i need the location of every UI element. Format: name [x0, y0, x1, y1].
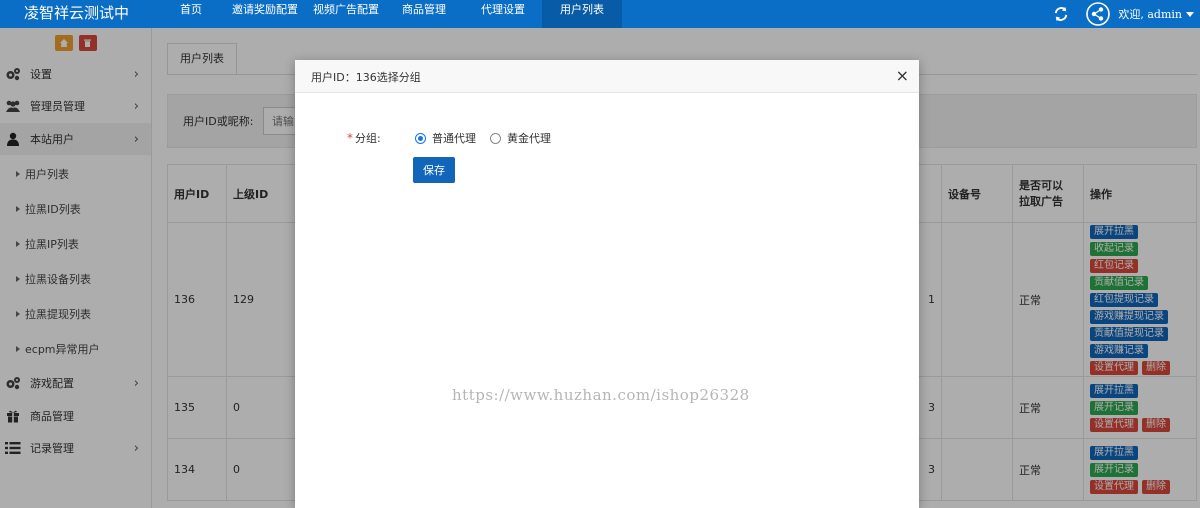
nav-item-invite-reward[interactable]: 邀请奖励配置: [222, 0, 308, 28]
nav-item-home[interactable]: 首页: [160, 0, 222, 28]
nav-item-user-list[interactable]: 用户列表: [542, 0, 622, 28]
nav-item-video-ad[interactable]: 视频广告配置: [308, 0, 384, 28]
radio-label: 黄金代理: [507, 132, 551, 145]
group-field-label: 分组:: [355, 132, 381, 145]
dialog-title: 用户ID：136选择分组: [311, 71, 421, 84]
group-field-row: * 分组: 普通代理 黄金代理: [347, 130, 565, 146]
radio-gold-agent[interactable]: 黄金代理: [490, 130, 551, 146]
top-right-tools: 欢迎, admin: [1054, 0, 1200, 28]
main-nav: 首页 邀请奖励配置 视频广告配置 商品管理 代理设置 用户列表: [160, 0, 622, 28]
close-icon[interactable]: ×: [896, 66, 909, 86]
required-mark: *: [347, 131, 353, 145]
select-group-dialog: 用户ID：136选择分组 × * 分组: 普通代理 黄金代理 保存: [295, 60, 919, 508]
radio-checked-icon[interactable]: [415, 132, 426, 144]
welcome-text[interactable]: 欢迎, admin: [1118, 6, 1182, 22]
dialog-header: 用户ID：136选择分组 ×: [295, 60, 919, 93]
avatar-icon[interactable]: [1086, 2, 1111, 26]
top-navbar: 凌智祥云测试中 首页 邀请奖励配置 视频广告配置 商品管理 代理设置 用户列表 …: [0, 0, 1200, 28]
radio-label: 普通代理: [432, 132, 476, 145]
chevron-down-icon[interactable]: [1186, 11, 1194, 17]
nav-item-agent-settings[interactable]: 代理设置: [464, 0, 542, 28]
brand-title: 凌智祥云测试中: [24, 4, 130, 22]
radio-unchecked-icon[interactable]: [490, 132, 501, 144]
refresh-icon[interactable]: [1054, 7, 1068, 21]
save-button[interactable]: 保存: [413, 157, 455, 183]
nav-item-products[interactable]: 商品管理: [384, 0, 464, 28]
watermark-text: https://www.huzhan.com/ishop26328: [452, 386, 750, 404]
radio-normal-agent[interactable]: 普通代理: [415, 130, 476, 146]
